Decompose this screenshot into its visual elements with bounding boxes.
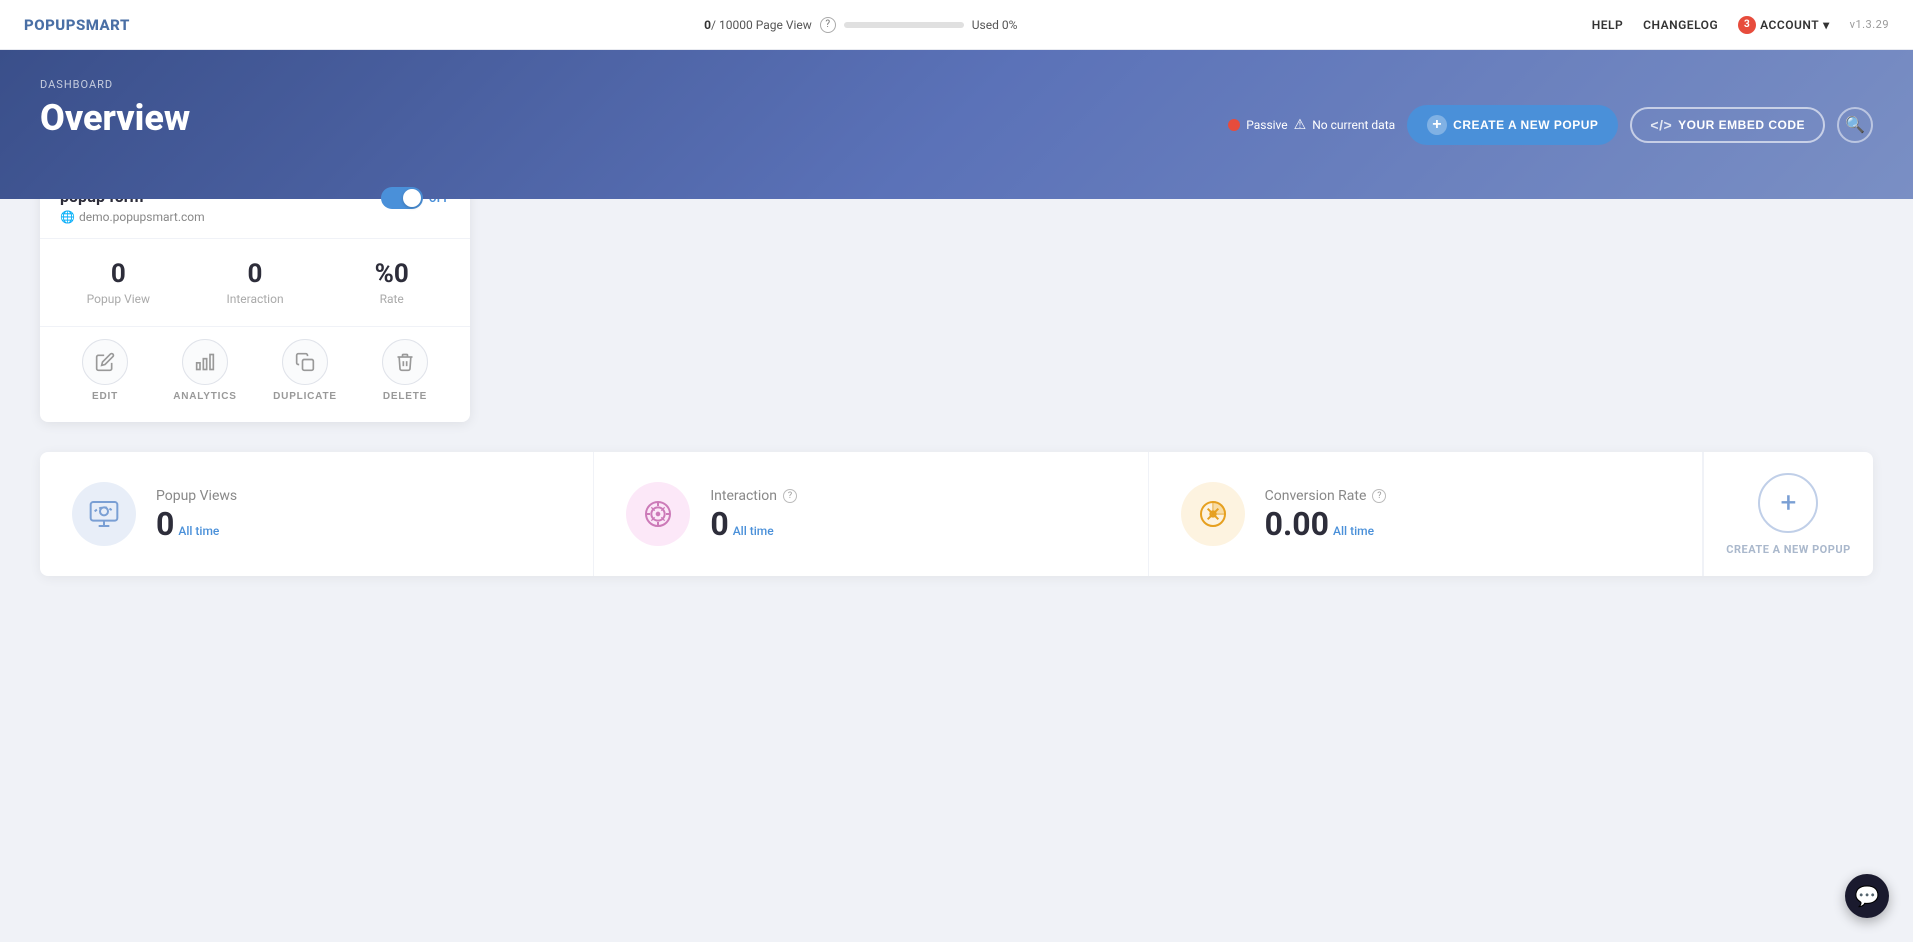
toggle-knob <box>403 189 421 207</box>
globe-icon: 🌐 <box>60 210 75 224</box>
rate-label: Rate <box>333 292 450 306</box>
logo-text: POPUPSMART <box>24 16 130 34</box>
popup-views-icon-circle <box>72 482 136 546</box>
chevron-down-icon: ▾ <box>1823 18 1830 32</box>
interaction-help-icon[interactable]: ? <box>783 489 797 503</box>
conversion-icon-circle <box>1181 482 1245 546</box>
changelog-link[interactable]: CHANGELOG <box>1643 18 1718 32</box>
topnav: POPUPSMART 0/ 10000 Page View ? Used 0% … <box>0 0 1913 50</box>
help-link[interactable]: HELP <box>1592 18 1623 32</box>
topnav-center: 0/ 10000 Page View ? Used 0% <box>130 17 1592 33</box>
edit-icon <box>82 339 128 385</box>
pageview-help-icon[interactable]: ? <box>820 17 836 33</box>
analytics-button[interactable]: ANALYTICS <box>160 339 250 402</box>
conversion-info: Conversion Rate ? 0.00 All time <box>1265 488 1670 540</box>
interaction-value: 0 <box>197 259 314 290</box>
search-icon: 🔍 <box>1845 115 1865 135</box>
version-label: v1.3.29 <box>1850 18 1889 31</box>
duplicate-button[interactable]: DUPLICATE <box>260 339 350 402</box>
status-badge: Passive ⚠ No current data <box>1228 117 1395 133</box>
create-new-popup-button[interactable]: + CREATE A NEW POPUP <box>1407 105 1618 145</box>
duplicate-label: DUPLICATE <box>273 391 337 402</box>
popup-views-name-text: Popup Views <box>156 488 237 504</box>
rate-stat: %0 Rate <box>333 259 450 306</box>
embed-code-button[interactable]: </> YOUR EMBED CODE <box>1630 107 1825 143</box>
embed-button-label: YOUR EMBED CODE <box>1678 118 1805 132</box>
interaction-stat: 0 Interaction <box>197 259 314 306</box>
pageview-total: 10000 <box>719 18 753 32</box>
plus-circle-icon: + <box>1427 115 1447 135</box>
chat-widget[interactable]: 💬 <box>1845 874 1889 918</box>
create-button-label: CREATE A NEW POPUP <box>1453 118 1598 132</box>
popup-url-text: demo.popupsmart.com <box>79 210 205 224</box>
breadcrumb: DASHBOARD <box>40 78 1873 91</box>
main-content: popup form 🌐 demo.popupsmart.com OFF 0 P… <box>0 169 1913 636</box>
interaction-label: Interaction <box>197 292 314 306</box>
search-button[interactable]: 🔍 <box>1837 107 1873 143</box>
interaction-name-text: Interaction <box>710 488 777 504</box>
popup-view-label: Popup View <box>60 292 177 306</box>
interaction-alltime: All time <box>733 524 774 538</box>
toggle-track[interactable] <box>381 187 423 209</box>
account-dot: 3 <box>1738 16 1756 34</box>
used-label: Used 0% <box>972 18 1018 32</box>
interaction-icon-circle <box>626 482 690 546</box>
stats-interaction: Interaction ? 0 All time <box>594 452 1148 576</box>
conversion-help-icon[interactable]: ? <box>1372 489 1386 503</box>
stats-popup-views: Popup Views 0 All time <box>40 452 594 576</box>
delete-label: DELETE <box>383 391 427 402</box>
interaction-name: Interaction ? <box>710 488 1115 504</box>
stats-conversion: Conversion Rate ? 0.00 All time <box>1149 452 1703 576</box>
account-label: ACCOUNT <box>1760 18 1819 32</box>
interaction-info: Interaction ? 0 All time <box>710 488 1115 540</box>
popup-views-name: Popup Views <box>156 488 561 504</box>
conversion-name: Conversion Rate ? <box>1265 488 1670 504</box>
account-badge[interactable]: 3 ACCOUNT ▾ <box>1738 16 1830 34</box>
header-banner: DASHBOARD Overview Passive ⚠ No current … <box>0 50 1913 199</box>
rate-value: %0 <box>333 259 450 290</box>
popup-stats: 0 Popup View 0 Interaction %0 Rate <box>40 239 470 326</box>
create-new-popup-card[interactable]: + CREATE A NEW POPUP <box>1703 452 1873 576</box>
interaction-big-value: 0 <box>710 508 728 540</box>
popup-card: popup form 🌐 demo.popupsmart.com OFF 0 P… <box>40 169 470 422</box>
pageview-text: Page View <box>756 18 812 32</box>
chat-icon: 💬 <box>1855 884 1880 908</box>
progress-bar-wrap <box>844 22 964 28</box>
analytics-icon <box>182 339 228 385</box>
logo: POPUPSMART <box>24 16 130 34</box>
popup-views-alltime: All time <box>178 524 219 538</box>
interaction-value-row: 0 All time <box>710 508 1115 540</box>
topnav-right: HELP CHANGELOG 3 ACCOUNT ▾ v1.3.29 <box>1592 16 1889 34</box>
popup-actions: EDIT ANALYTICS DUPLICATE <box>40 326 470 422</box>
popup-card-url: 🌐 demo.popupsmart.com <box>60 210 205 224</box>
pageview-current: 0 <box>704 18 711 32</box>
header-actions: Passive ⚠ No current data + CREATE A NEW… <box>1228 105 1873 145</box>
conversion-name-text: Conversion Rate <box>1265 488 1367 504</box>
warning-icon: ⚠ <box>1294 117 1307 133</box>
delete-icon <box>382 339 428 385</box>
create-card-label: CREATE A NEW POPUP <box>1726 543 1850 556</box>
status-dot-red <box>1228 119 1240 131</box>
stats-panel: Popup Views 0 All time <box>40 452 1873 576</box>
edit-label: EDIT <box>92 391 118 402</box>
popup-view-stat: 0 Popup View <box>60 259 177 306</box>
conversion-alltime: All time <box>1333 524 1374 538</box>
create-card-plus-icon: + <box>1758 473 1818 533</box>
status-passive-label: Passive <box>1246 118 1287 132</box>
delete-button[interactable]: DELETE <box>360 339 450 402</box>
pageview-label: 0/ 10000 Page View <box>704 18 812 32</box>
duplicate-icon <box>282 339 328 385</box>
conversion-value-row: 0.00 All time <box>1265 508 1670 540</box>
popup-views-value-row: 0 All time <box>156 508 561 540</box>
popup-views-info: Popup Views 0 All time <box>156 488 561 540</box>
popup-views-big-value: 0 <box>156 508 174 540</box>
status-text: No current data <box>1312 118 1395 132</box>
analytics-label: ANALYTICS <box>173 391 237 402</box>
popup-view-value: 0 <box>60 259 177 290</box>
embed-icon: </> <box>1650 117 1672 133</box>
edit-button[interactable]: EDIT <box>60 339 150 402</box>
conversion-big-value: 0.00 <box>1265 508 1329 540</box>
